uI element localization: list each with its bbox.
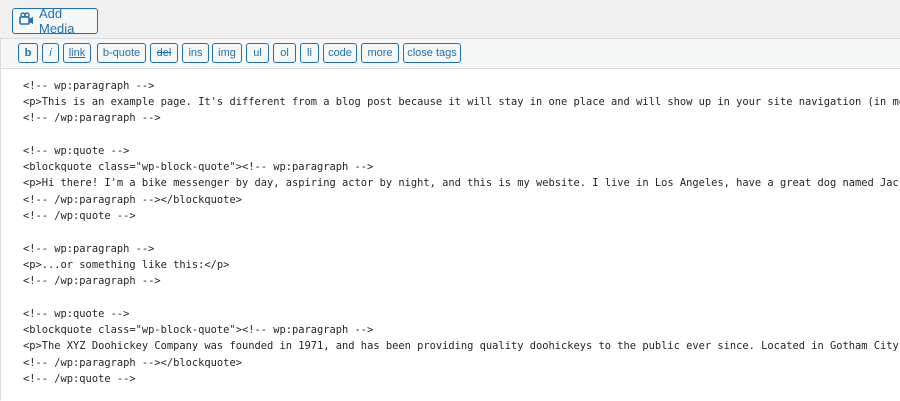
more-button[interactable]: more: [361, 43, 399, 63]
link-button[interactable]: link: [63, 43, 91, 63]
italic-button[interactable]: i: [42, 43, 59, 63]
ins-button[interactable]: ins: [182, 43, 209, 63]
code-line: <!-- wp:quote -->: [23, 308, 130, 320]
code-line: <!-- /wp:quote -->: [23, 373, 136, 385]
ul-button[interactable]: ul: [246, 43, 269, 63]
quicktags-toolbar: b i link b-quote del ins img ul ol li co…: [1, 39, 900, 69]
bold-button[interactable]: b: [18, 43, 38, 63]
code-textarea[interactable]: <!-- wp:paragraph --> <p>This is an exam…: [1, 69, 900, 401]
code-line: <!-- wp:paragraph -->: [23, 243, 155, 255]
code-line: <!-- /wp:paragraph -->: [23, 112, 161, 124]
del-button[interactable]: del: [150, 43, 178, 63]
code-line: <!-- /wp:paragraph -->: [23, 275, 161, 287]
code-line: <p>The XYZ Doohickey Company was founded…: [23, 340, 900, 352]
code-line: <p>This is an example page. It's differe…: [23, 96, 900, 108]
code-line: <blockquote class="wp-block-quote"><!-- …: [23, 161, 374, 173]
text-editor: b i link b-quote del ins img ul ol li co…: [0, 38, 900, 401]
code-line: <!-- /wp:quote -->: [23, 210, 136, 222]
editor-top-bar: Add Media: [0, 0, 900, 38]
blockquote-button[interactable]: b-quote: [97, 43, 146, 63]
code-line: <!-- wp:paragraph -->: [23, 80, 155, 92]
close-tags-button[interactable]: close tags: [403, 43, 461, 63]
code-line: <p>Hi there! I'm a bike messenger by day…: [23, 177, 900, 189]
media-camera-icon: [19, 11, 35, 31]
img-button[interactable]: img: [212, 43, 242, 63]
ol-button[interactable]: ol: [273, 43, 296, 63]
code-button[interactable]: code: [323, 43, 357, 63]
li-button[interactable]: li: [300, 43, 319, 63]
code-line: <blockquote class="wp-block-quote"><!-- …: [23, 324, 374, 336]
add-media-label: Add Media: [39, 6, 75, 36]
add-media-button[interactable]: Add Media: [12, 6, 98, 36]
code-line: <!-- wp:quote -->: [23, 145, 130, 157]
code-line: <!-- /wp:paragraph --></blockquote>: [23, 194, 242, 206]
code-line: <p>...or something like this:</p>: [23, 259, 230, 271]
code-line: <!-- /wp:paragraph --></blockquote>: [23, 357, 242, 369]
